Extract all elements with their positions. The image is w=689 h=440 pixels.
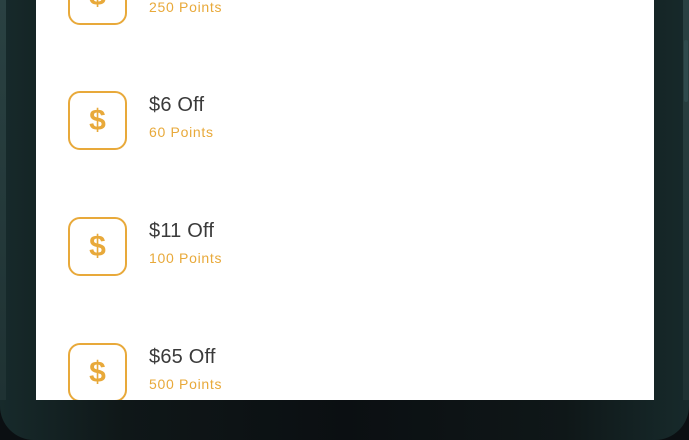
reward-item-6-off[interactable]: $ $6 Off 60 Points <box>36 88 654 158</box>
device-side-button <box>684 40 688 102</box>
dollar-sign-icon: $ <box>68 217 127 276</box>
reward-points: 250 Points <box>149 0 223 15</box>
reward-item-250-points[interactable]: $ 250 Points <box>36 0 654 48</box>
reward-title: $6 Off <box>149 94 205 116</box>
reward-title: $65 Off <box>149 346 216 368</box>
reward-title: $11 Off <box>149 220 215 242</box>
dollar-sign-icon: $ <box>68 0 127 25</box>
dollar-sign-symbol: $ <box>89 355 106 389</box>
reward-item-65-off[interactable]: $ $65 Off 500 Points <box>36 340 654 400</box>
dollar-sign-icon: $ <box>68 91 127 150</box>
dollar-sign-symbol: $ <box>89 229 106 263</box>
reward-item-11-off[interactable]: $ $11 Off 100 Points <box>36 214 654 284</box>
rewards-list-screen: $ 250 Points $ $6 Off 60 Points $ $11 Of… <box>36 0 654 400</box>
dollar-sign-symbol: $ <box>89 103 106 137</box>
reward-points: 100 Points <box>149 250 223 266</box>
reward-points: 60 Points <box>149 124 214 140</box>
dollar-sign-symbol: $ <box>89 0 106 11</box>
reward-points: 500 Points <box>149 376 223 392</box>
dollar-sign-icon: $ <box>68 343 127 400</box>
device-left-edge <box>0 0 6 400</box>
